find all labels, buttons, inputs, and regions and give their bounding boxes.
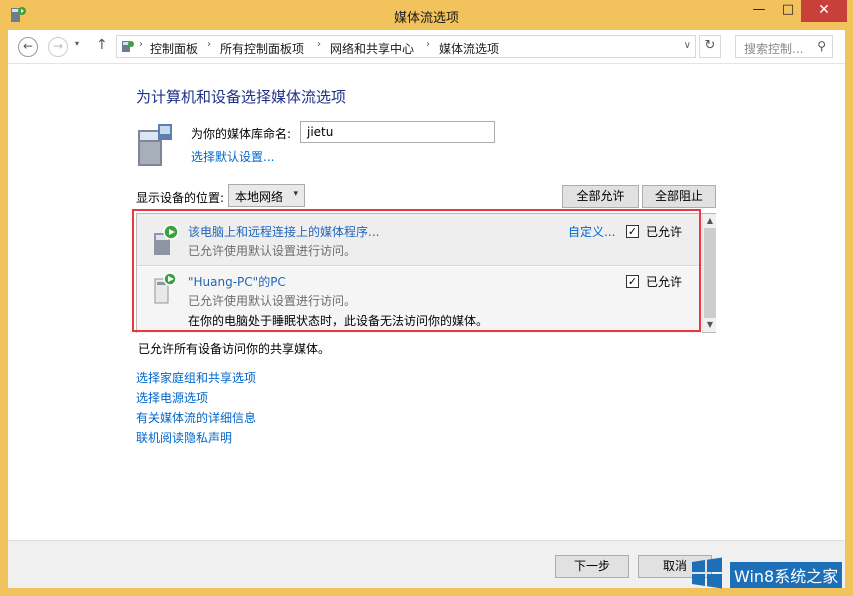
breadcrumb-all-items[interactable]: 所有控制面板项	[220, 40, 304, 57]
allowed-checkbox[interactable]: ✓	[626, 225, 639, 238]
homegroup-sharing-link[interactable]: 选择家庭组和共享选项	[136, 369, 256, 386]
allowed-label: 已允许	[646, 225, 683, 239]
minimize-button[interactable]: —	[745, 0, 773, 22]
window-title: 媒体流选项	[393, 11, 459, 26]
power-options-link[interactable]: 选择电源选项	[136, 389, 208, 406]
windows-logo-icon	[692, 557, 722, 589]
vertical-scrollbar[interactable]: ▲ ▼	[702, 214, 716, 332]
breadcrumb-separator[interactable]: ›	[317, 39, 321, 50]
forward-button[interactable]: →	[48, 37, 68, 57]
allowed-checkbox[interactable]: ✓	[626, 275, 639, 288]
scroll-thumb[interactable]	[704, 228, 716, 318]
allowed-label: 已允许	[646, 275, 683, 289]
recent-locations-dropdown-icon[interactable]: ▾	[75, 39, 79, 48]
breadcrumb-separator[interactable]: ›	[139, 39, 143, 50]
watermark-text: Win8系统之家	[730, 562, 843, 588]
device-list: 该电脑上和远程连接上的媒体程序... 已允许使用默认设置进行访问。 自定义...…	[136, 213, 716, 333]
breadcrumb-media-streaming[interactable]: 媒体流选项	[439, 40, 499, 57]
media-library-icon	[138, 124, 172, 166]
search-box[interactable]: 搜索控制... ⚲	[735, 35, 833, 58]
title-bar[interactable]: 媒体流选项 — □ ✕	[0, 0, 853, 30]
device-sleep-warning: 在你的电脑处于睡眠状态时，此设备无法访问你的媒体。	[188, 314, 489, 328]
address-history-dropdown-icon[interactable]: ∨	[684, 40, 691, 51]
location-label: 显示设备的位置:	[136, 191, 225, 205]
block-all-button[interactable]: 全部阻止	[642, 185, 716, 208]
scroll-down-arrow-icon[interactable]: ▼	[703, 318, 717, 332]
navigation-bar: ← → ▾ ↑ › 控制面板 › 所有控制面板项 › 网络和共享中心 › 媒体流…	[8, 30, 845, 64]
device-status-text: 已允许使用默认设置进行访问。	[188, 294, 357, 308]
breadcrumb-network-sharing[interactable]: 网络和共享中心	[330, 40, 414, 57]
location-value: 本地网络	[235, 190, 284, 204]
breadcrumb-separator[interactable]: ›	[207, 39, 211, 50]
watermark: Win8系统之家	[682, 554, 853, 596]
breadcrumb-control-panel[interactable]: 控制面板	[150, 40, 198, 57]
media-streaming-info-link[interactable]: 有关媒体流的详细信息	[136, 409, 256, 426]
control-panel-icon	[122, 41, 134, 52]
choose-default-settings-link[interactable]: 选择默认设置...	[191, 148, 274, 165]
allow-all-button[interactable]: 全部允许	[562, 185, 639, 208]
device-row[interactable]: 该电脑上和远程连接上的媒体程序... 已允许使用默认设置进行访问。 自定义...…	[137, 214, 702, 266]
back-button[interactable]: ←	[18, 37, 38, 57]
next-button[interactable]: 下一步	[555, 555, 629, 578]
maximize-button[interactable]: □	[774, 0, 802, 22]
device-row[interactable]: "Huang-PC"的PC 已允许使用默认设置进行访问。 在你的电脑处于睡眠状态…	[137, 267, 702, 333]
refresh-button[interactable]: ↻	[699, 35, 721, 58]
search-input[interactable]: 搜索控制...	[744, 40, 803, 57]
client-area: ← → ▾ ↑ › 控制面板 › 所有控制面板项 › 网络和共享中心 › 媒体流…	[8, 30, 845, 588]
sharing-status-text: 已允许所有设备访问你的共享媒体。	[138, 342, 331, 356]
window: 媒体流选项 — □ ✕ ← → ▾ ↑ › 控制面板 › 所有控制面板项 › 网…	[0, 0, 853, 596]
library-name-input[interactable]: jietu	[300, 121, 495, 143]
chevron-down-icon: ▾	[293, 189, 298, 199]
device-title-link[interactable]: 该电脑上和远程连接上的媒体程序...	[188, 223, 379, 240]
pc-device-icon	[154, 272, 177, 304]
privacy-statement-link[interactable]: 联机阅读隐私声明	[136, 429, 232, 446]
device-title-link[interactable]: "Huang-PC"的PC	[188, 273, 286, 290]
scroll-up-arrow-icon[interactable]: ▲	[703, 214, 717, 228]
breadcrumb-separator[interactable]: ›	[426, 39, 430, 50]
up-button[interactable]: ↑	[96, 37, 108, 53]
address-bar[interactable]: › 控制面板 › 所有控制面板项 › 网络和共享中心 › 媒体流选项 ∨	[116, 35, 696, 58]
page-title: 为计算机和设备选择媒体流选项	[136, 88, 347, 106]
device-status-text: 已允许使用默认设置进行访问。	[188, 244, 357, 258]
search-icon[interactable]: ⚲	[817, 39, 826, 53]
media-device-icon	[154, 224, 179, 255]
customize-link[interactable]: 自定义...	[568, 223, 615, 240]
library-name-label: 为你的媒体库命名:	[191, 127, 292, 141]
close-button[interactable]: ✕	[801, 0, 847, 22]
location-select[interactable]: 本地网络 ▾	[228, 184, 305, 207]
